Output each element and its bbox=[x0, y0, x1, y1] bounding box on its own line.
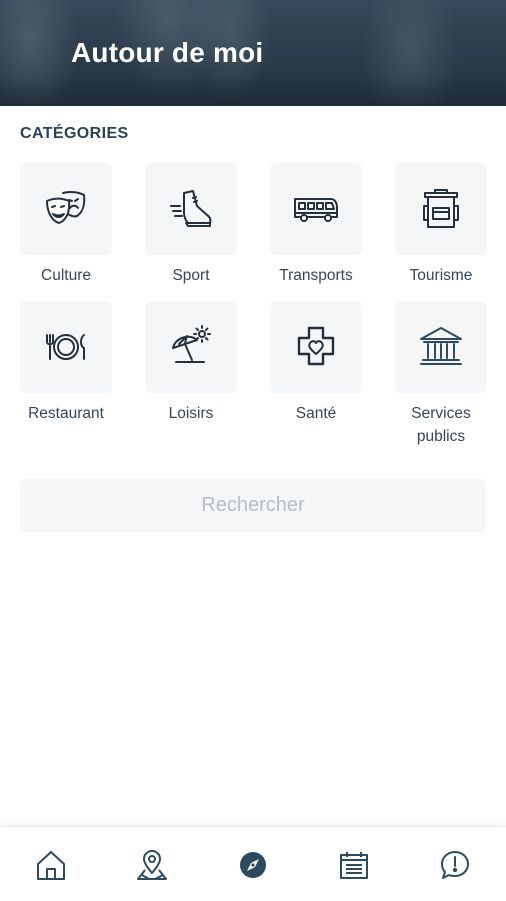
nav-around-me[interactable] bbox=[233, 845, 273, 885]
category-sport[interactable]: Sport bbox=[145, 163, 237, 287]
compass-icon bbox=[240, 852, 266, 878]
category-tile[interactable] bbox=[145, 301, 237, 393]
category-tile[interactable] bbox=[270, 301, 362, 393]
category-services-publics[interactable]: Services publics bbox=[395, 301, 487, 448]
category-tile[interactable] bbox=[20, 163, 112, 255]
nav-map[interactable] bbox=[132, 845, 172, 885]
category-restaurant[interactable]: Restaurant bbox=[20, 301, 112, 425]
category-tile[interactable] bbox=[20, 301, 112, 393]
bus-icon bbox=[294, 198, 338, 222]
page-header: Autour de moi bbox=[0, 0, 506, 106]
nav-report[interactable] bbox=[435, 845, 475, 885]
nav-home[interactable] bbox=[31, 845, 71, 885]
plate-cutlery-icon bbox=[46, 334, 85, 360]
categories-heading: CATÉGORIES bbox=[20, 125, 129, 142]
nav-agenda[interactable] bbox=[334, 845, 374, 885]
bottom-nav bbox=[0, 826, 506, 901]
category-label: Loisirs bbox=[168, 405, 214, 422]
category-tile[interactable] bbox=[395, 301, 487, 393]
category-transports[interactable]: Transports bbox=[270, 163, 362, 287]
public-building-icon bbox=[420, 327, 462, 365]
backpack-icon bbox=[423, 189, 459, 228]
category-label: Sport bbox=[172, 267, 210, 284]
category-label: Transports bbox=[279, 267, 353, 284]
medical-cross-heart-icon bbox=[297, 326, 335, 366]
theater-masks-icon bbox=[46, 190, 86, 224]
home-icon bbox=[37, 851, 65, 880]
calendar-icon bbox=[340, 852, 368, 879]
sneaker-icon bbox=[170, 190, 212, 227]
search-button[interactable]: Rechercher bbox=[20, 479, 486, 532]
category-tile[interactable] bbox=[145, 163, 237, 255]
page-title: Autour de moi bbox=[71, 37, 264, 68]
chat-alert-icon bbox=[441, 851, 469, 879]
beach-umbrella-icon bbox=[172, 325, 211, 363]
category-loisirs[interactable]: Loisirs bbox=[145, 301, 237, 425]
category-label: Santé bbox=[295, 405, 337, 422]
category-sante[interactable]: Santé bbox=[270, 301, 362, 425]
category-tourisme[interactable]: Tourisme bbox=[395, 163, 487, 287]
map-pin-icon bbox=[137, 850, 167, 880]
category-label: Services publics bbox=[411, 405, 471, 445]
category-label: Restaurant bbox=[28, 405, 104, 422]
category-tile[interactable] bbox=[270, 163, 362, 255]
category-label: Tourisme bbox=[409, 267, 473, 284]
category-culture[interactable]: Culture bbox=[20, 163, 112, 287]
category-tile[interactable] bbox=[395, 163, 487, 255]
category-label: Culture bbox=[41, 267, 91, 284]
